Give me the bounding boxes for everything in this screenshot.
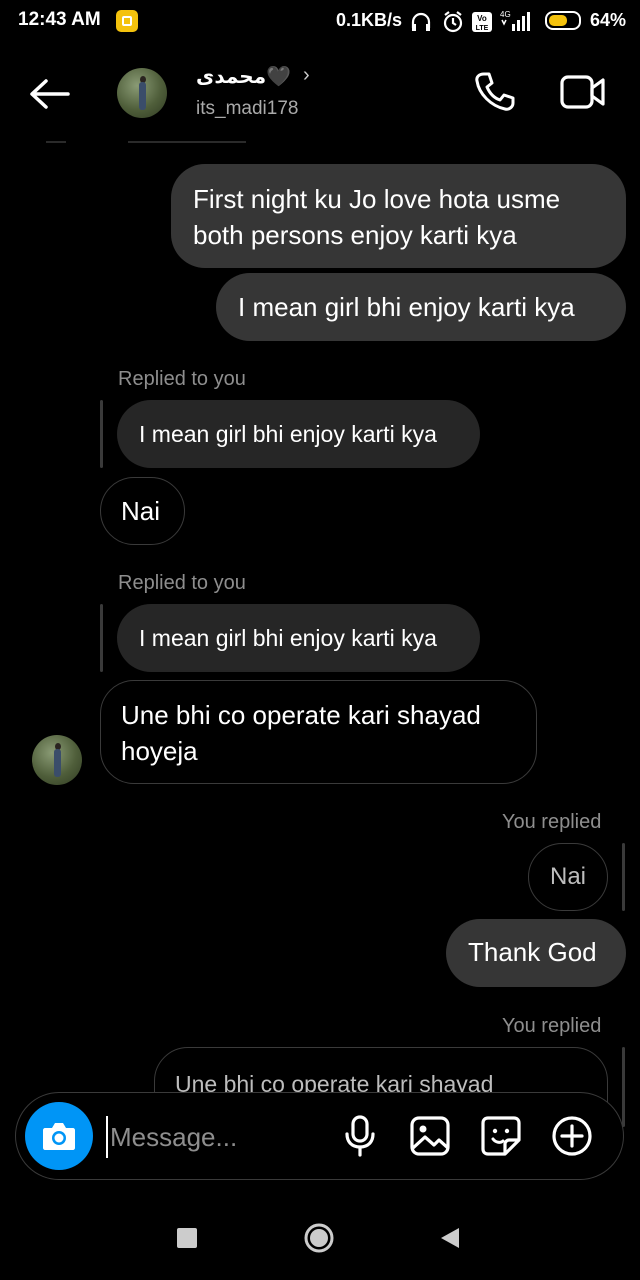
recents-icon[interactable]: [177, 1228, 197, 1248]
quoted-message[interactable]: I mean girl bhi enjoy karti kya: [117, 604, 480, 672]
headphones-icon: [411, 12, 431, 31]
message-sent[interactable]: First night ku Jo love hota usme both pe…: [171, 164, 626, 268]
svg-text:Vo: Vo: [477, 14, 487, 23]
video-call-icon[interactable]: [560, 74, 606, 110]
quote-line: [622, 1047, 625, 1127]
message-input[interactable]: [106, 1116, 332, 1158]
phone-call-icon[interactable]: [472, 70, 516, 114]
quote-line: [100, 604, 103, 672]
quoted-message[interactable]: I mean girl bhi enjoy karti kya: [117, 400, 480, 468]
battery-percent: 64%: [590, 10, 627, 30]
status-icons: Vo LTE 4G: [411, 10, 530, 33]
contact-name[interactable]: محمدى🖤: [196, 64, 291, 89]
system-nav-bar: [0, 1190, 640, 1280]
quoted-message[interactable]: Nai: [528, 843, 608, 911]
home-icon[interactable]: [303, 1222, 335, 1254]
reply-meta: Replied to you: [118, 368, 246, 390]
back-icon[interactable]: [438, 1226, 462, 1250]
quote-line: [622, 843, 625, 911]
alarm-icon: [443, 11, 463, 33]
divider: [128, 141, 246, 143]
quote-line: [100, 400, 103, 468]
battery-level: [549, 15, 567, 26]
gallery-icon[interactable]: [408, 1114, 452, 1158]
volte-icon: Vo LTE: [472, 12, 492, 32]
chevron-right-icon[interactable]: ›: [303, 64, 310, 87]
sticker-icon[interactable]: [479, 1114, 523, 1158]
reply-meta: You replied: [502, 1015, 602, 1037]
message-sent[interactable]: I mean girl bhi enjoy karti kya: [216, 273, 626, 341]
add-icon[interactable]: [550, 1114, 594, 1158]
back-arrow-icon[interactable]: [28, 77, 72, 111]
signal-icon: 4G: [500, 10, 530, 31]
status-time: 12:43 AM: [18, 9, 101, 30]
divider: [46, 141, 66, 143]
microphone-icon[interactable]: [338, 1114, 382, 1158]
notification-icon: [116, 10, 138, 32]
camera-icon: [43, 1123, 75, 1150]
reply-meta: Replied to you: [118, 572, 246, 594]
svg-text:LTE: LTE: [476, 25, 489, 32]
contact-username[interactable]: its_madi178: [196, 98, 298, 120]
svg-text:4G: 4G: [500, 10, 511, 19]
chat-header: محمدى🖤 › its_madi178: [0, 44, 640, 140]
message-received[interactable]: Nai: [100, 477, 185, 545]
camera-button[interactable]: [25, 1102, 93, 1170]
avatar[interactable]: [117, 68, 167, 118]
network-speed: 0.1KB/s: [336, 10, 403, 30]
message-received[interactable]: Une bhi co operate kari shayad hoyeja: [100, 680, 537, 784]
sender-avatar[interactable]: [32, 735, 82, 785]
reply-meta: You replied: [502, 811, 602, 833]
message-sent[interactable]: Thank God: [446, 919, 626, 987]
status-bar: 12:43 AM 0.1KB/s Vo LTE 4G 64%: [0, 0, 640, 44]
